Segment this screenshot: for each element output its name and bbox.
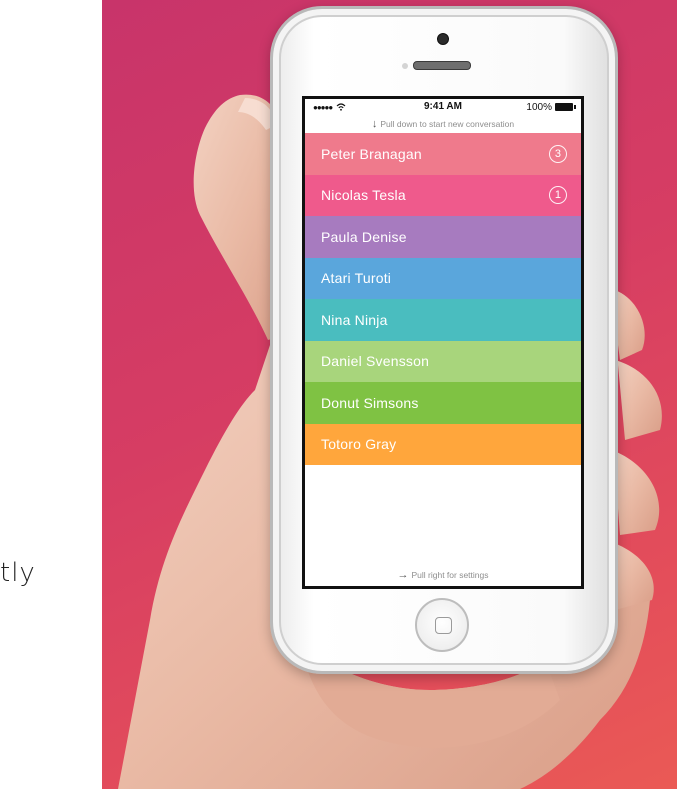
contact-name: Paula Denise xyxy=(321,228,407,245)
conversation-row[interactable]: Daniel Svensson xyxy=(305,340,581,382)
arrow-right-icon: → xyxy=(397,569,409,581)
status-time: 9:41 AM xyxy=(424,101,462,112)
front-camera-icon xyxy=(437,33,449,45)
unread-badge: 1 xyxy=(549,186,567,205)
settings-hint: → Pull right for settings xyxy=(305,568,581,582)
conversation-row[interactable]: Nicolas Tesla 1 xyxy=(305,174,581,216)
earpiece-speaker-icon xyxy=(413,61,471,70)
unread-badge: 3 xyxy=(549,144,567,163)
home-button[interactable] xyxy=(415,598,469,652)
conversation-row[interactable]: Paula Denise xyxy=(305,216,581,258)
contact-name: Atari Turoti xyxy=(321,270,392,287)
conversation-row[interactable]: Peter Branagan 3 xyxy=(305,133,581,175)
conversation-row[interactable]: Donut Simsons xyxy=(305,382,581,424)
conversation-row[interactable]: Atari Turoti xyxy=(305,257,581,299)
battery-icon xyxy=(555,103,576,111)
phone-screen: ●●●●● 9:41 AM 100% ↓ Pull down to start … xyxy=(302,96,584,589)
arrow-down-icon: ↓ xyxy=(371,118,378,130)
contact-name: Totoro Gray xyxy=(321,436,397,453)
home-square-icon xyxy=(435,617,452,634)
status-bar: ●●●●● 9:41 AM 100% xyxy=(305,99,581,115)
contact-name: Peter Branagan xyxy=(321,145,422,162)
pull-down-hint-text: Pull down to start new conversation xyxy=(380,119,515,129)
contact-name: Nicolas Tesla xyxy=(321,187,406,204)
conversation-row[interactable]: Totoro Gray xyxy=(305,423,581,465)
settings-hint-text: Pull right for settings xyxy=(411,570,489,580)
pull-down-hint: ↓ Pull down to start new conversation xyxy=(305,115,581,133)
contact-name: Daniel Svensson xyxy=(321,353,430,370)
contact-name: Donut Simsons xyxy=(321,394,419,411)
conversation-row[interactable]: Nina Ninja xyxy=(305,299,581,341)
proximity-sensor-icon xyxy=(402,63,408,69)
conversation-list: Peter Branagan 3 Nicolas Tesla 1 Paula Denis… xyxy=(305,133,581,465)
contact-name: Nina Ninja xyxy=(321,311,388,328)
